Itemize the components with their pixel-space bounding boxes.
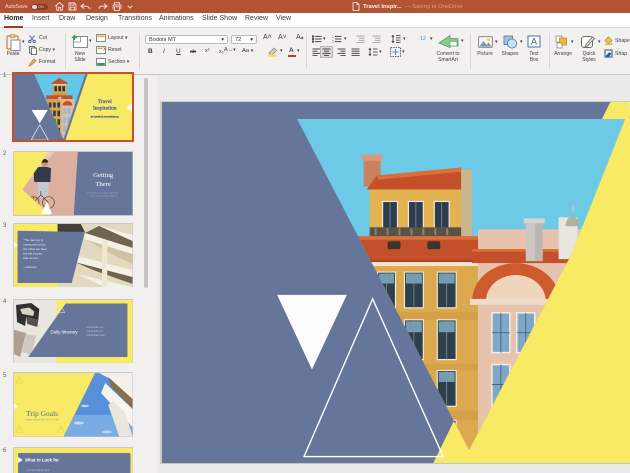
svg-text:Inspiration: Inspiration <box>93 106 117 112</box>
svg-text:measured not by: measured not by <box>23 242 46 246</box>
svg-text:BY HANNAH STRAWBRIDGE: BY HANNAH STRAWBRIDGE <box>91 116 120 119</box>
svg-text:1: 1 <box>332 35 334 39</box>
svg-text:but the stories: but the stories <box>23 251 42 255</box>
svg-text:Getting: Getting <box>93 172 114 179</box>
svg-text:What to Look for: What to Look for <box>25 458 59 463</box>
svg-text:The loveliest view of the city: The loveliest view of the city by bike, <box>87 192 120 195</box>
svg-text:Trip Goals: Trip Goals <box>26 409 58 418</box>
svg-text:as you ride toward the tower,: as you ride toward the tower, sit <box>89 195 118 198</box>
svg-text:• Current listing price: • Current listing price <box>25 468 50 472</box>
svg-text:that we tell...: that we tell... <box>23 256 40 260</box>
svg-text:2: 2 <box>332 40 334 43</box>
svg-text:• Destination one: • Destination one <box>86 326 104 329</box>
svg-text:There: There <box>95 181 111 188</box>
svg-text:A: A <box>531 37 537 47</box>
svg-text:• Destination two: • Destination two <box>86 330 104 333</box>
svg-text:• Destination three: • Destination three <box>86 334 106 337</box>
svg-text:the miles we take,: the miles we take, <box>23 247 47 251</box>
svg-text:WHAT WE'VE SET OUT TO SEE: WHAT WE'VE SET OUT TO SEE <box>26 419 59 422</box>
svg-text:Daily Itinerary: Daily Itinerary <box>50 329 78 334</box>
svg-text:—Unknown: —Unknown <box>23 265 37 269</box>
svg-text:“The journey is: “The journey is <box>23 238 43 242</box>
svg-text:Travel: Travel <box>98 99 112 105</box>
